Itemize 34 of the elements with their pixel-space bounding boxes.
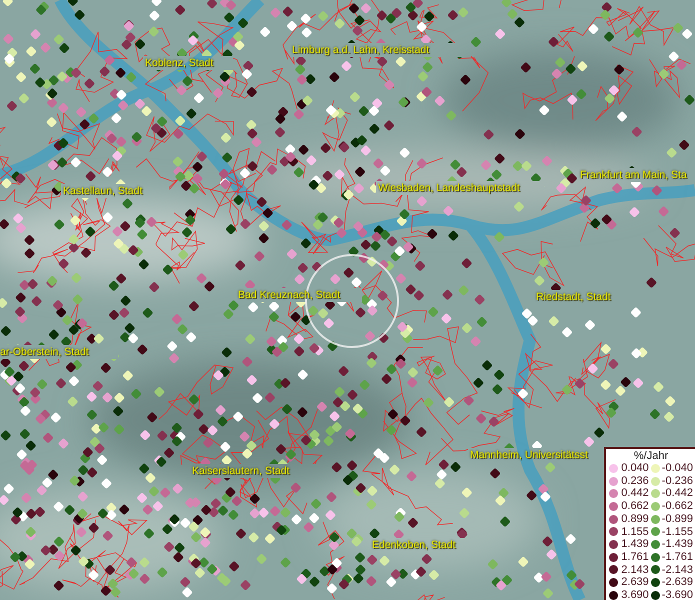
legend-value: 0.662 [620,500,649,513]
legend-value: -1.761 [662,550,693,564]
place-label: Kastellaun, Stadt [63,185,142,197]
legend-value: 1.155 [620,526,649,538]
place-label: Kaiserslautern, Stadt [192,465,290,477]
place-label: Riedstadt, Stadt [536,291,611,303]
place-label: Edenkoben, Stadt [372,539,456,551]
legend-value: 1.439 [620,538,649,551]
legend-value: 0.040 [620,462,649,475]
place-label: Wiesbaden, Landeshauptstadt [378,182,520,194]
legend-value: 0.442 [620,487,649,500]
legend-value: -0.662 [662,500,693,513]
legend-value: 3.690 [620,589,649,600]
legend-value: -1.155 [662,526,693,538]
legend-value: 0.236 [620,474,649,488]
legend-value: -2.143 [662,564,693,576]
legend-value: -0.040 [662,462,693,475]
place-label: Bad Kreuznach, Stadt [238,289,340,301]
legend-value: -3.690 [662,589,693,600]
legend-value: -1.439 [662,538,693,551]
legend-value: -0.236 [662,474,693,488]
legend-value: 1.761 [620,550,649,564]
legend-value: 2.639 [620,576,649,590]
place-label: Mannheim, Universitätsst [470,449,588,461]
legend-value: 2.143 [620,564,649,576]
legend-title: %/Jahr [632,450,670,462]
place-label: ar-Oberstein, Stadt [0,346,89,358]
legend-value: -2.639 [662,576,693,590]
legend-value: -0.442 [662,487,693,500]
legend-value: -0.899 [662,512,693,526]
place-label: Frankfurt am Main, Sta [580,169,687,181]
place-label: Limburg a.d. Lahn, Kreisstadt [292,44,430,56]
legend-value: 0.899 [620,512,649,526]
place-label: Koblenz, Stadt [145,57,214,69]
